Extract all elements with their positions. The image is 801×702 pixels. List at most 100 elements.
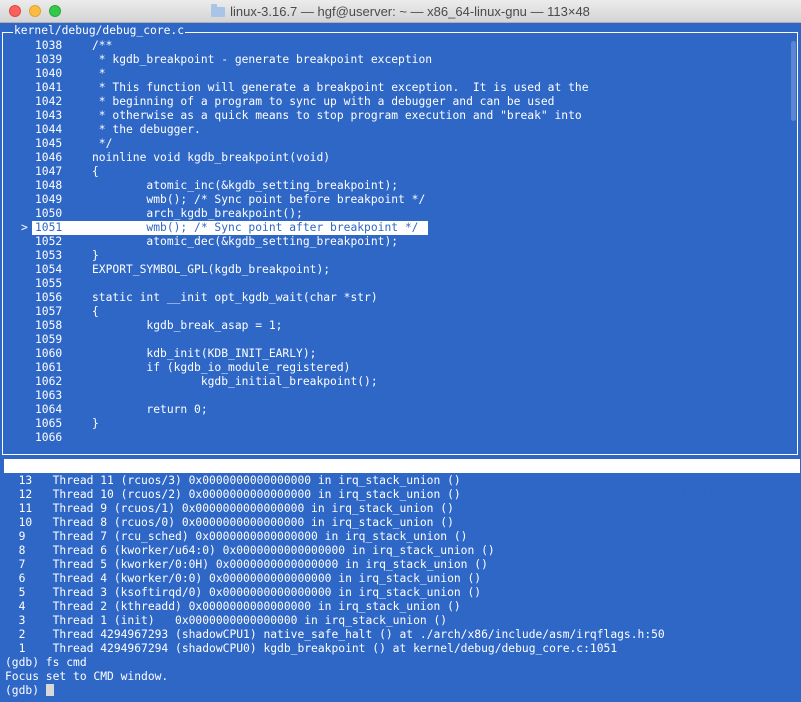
status-location: L1051 PC: 0xffffffff81109244 — [599, 487, 790, 500]
line-number: 1044 — [35, 123, 63, 136]
source-code-text: wmb(); /* Sync point before breakpoint *… — [92, 193, 426, 206]
window-title: linux-3.16.7 — hgf@userver: ~ — x86_64-l… — [230, 4, 590, 19]
terminal-content[interactable]: 1038 /** 1039 * kgdb_breakpoint - generate… — [0, 23, 801, 702]
source-code-text: return 0; — [92, 403, 208, 416]
source-line: 1061 if (kgdb_io_module_registered) — [3, 361, 797, 375]
source-line: 1050 arch_kgdb_breakpoint(); — [3, 207, 797, 221]
line-number: 1051 — [35, 221, 63, 234]
source-line: 1062 kgdb_initial_breakpoint(); — [3, 375, 797, 389]
text-cursor — [45, 684, 54, 696]
source-line: 1047 { — [3, 165, 797, 179]
current-line-marker: > — [21, 221, 28, 234]
command-output-line: 9 Thread 7 (rcu_sched) 0x000000000000000… — [5, 530, 468, 543]
command-output-line: 12 Thread 10 (rcuos/2) 0x000000000000000… — [5, 488, 461, 501]
source-code-text: atomic_inc(&kgdb_setting_breakpoint); — [92, 179, 399, 192]
source-code-text: * This function will generate a breakpoi… — [92, 81, 589, 94]
source-line: 1054 EXPORT_SYMBOL_GPL(kgdb_breakpoint); — [3, 263, 797, 277]
line-number: 1043 — [35, 109, 63, 122]
command-output-line: 3 Thread 1 (init) 0x0000000000000000 in … — [5, 614, 448, 627]
source-line: 1057 { — [3, 305, 797, 319]
line-number: 1039 — [35, 53, 63, 66]
line-number: 1063 — [35, 389, 63, 402]
source-code-text: * the debugger. — [92, 123, 201, 136]
line-number: 1045 — [35, 137, 63, 150]
source-line: 1042 * beginning of a program to sync up… — [3, 95, 797, 109]
source-line: 1038 /** — [3, 39, 797, 53]
command-output-line: 10 Thread 8 (rcuos/0) 0x0000000000000000… — [5, 516, 454, 529]
command-output-line: 13 Thread 11 (rcuos/3) 0x000000000000000… — [5, 474, 461, 487]
line-number: 1056 — [35, 291, 63, 304]
folder-icon — [211, 4, 226, 17]
source-line: 1052 atomic_dec(&kgdb_setting_breakpoint… — [3, 235, 797, 249]
source-line: 1055 — [3, 277, 797, 291]
command-output-line: (gdb) fs cmd — [5, 656, 87, 669]
source-code-text: kdb_init(KDB_INIT_EARLY); — [92, 347, 317, 360]
source-code-text: kgdb_break_asap = 1; — [92, 319, 283, 332]
command-output-line: 1 Thread 4294967294 (shadowCPU0) kgdb_br… — [5, 642, 618, 655]
source-line: 1058 kgdb_break_asap = 1; — [3, 319, 797, 333]
line-number: 1064 — [35, 403, 63, 416]
line-number: 1061 — [35, 361, 63, 374]
line-number: 1054 — [35, 263, 63, 276]
source-code-text: } — [92, 249, 99, 262]
source-line: 1045 */ — [3, 137, 797, 151]
line-number: 1049 — [35, 193, 63, 206]
line-number: 1048 — [35, 179, 63, 192]
line-number: 1066 — [35, 431, 63, 444]
source-code-text: atomic_dec(&kgdb_setting_breakpoint); — [92, 235, 399, 248]
line-number: 1055 — [35, 277, 63, 290]
source-line: 1049 wmb(); /* Sync point before breakpo… — [3, 193, 797, 207]
source-line: 1063 — [3, 389, 797, 403]
source-code-text: static int __init opt_kgdb_wait(char *st… — [92, 291, 378, 304]
source-line: 1040 * — [3, 67, 797, 81]
command-output-line: 4 Thread 2 (kthreadd) 0x0000000000000000… — [5, 600, 461, 613]
line-number: 1062 — [35, 375, 63, 388]
line-number: 1046 — [35, 151, 63, 164]
source-line: 1048 atomic_inc(&kgdb_setting_breakpoint… — [3, 179, 797, 193]
source-line: 1053} — [3, 249, 797, 263]
source-line: 1041 * This function will generate a bre… — [3, 81, 797, 95]
status-bar: remote Thread 1402 In: kgdb_breakpoint L… — [4, 459, 800, 500]
command-output-line: Focus set to CMD window. — [5, 670, 169, 683]
command-output-line: 2 Thread 4294967293 (shadowCPU1) native_… — [5, 628, 665, 641]
gdb-prompt-line[interactable]: (gdb) — [5, 684, 54, 698]
source-code-text: if (kgdb_io_module_registered) — [92, 361, 351, 374]
source-line: 1043 * otherwise as a quick means to sto… — [3, 109, 797, 123]
title-bar: linux-3.16.7 — hgf@userver: ~ — x86_64-l… — [0, 0, 801, 23]
line-number: 1042 — [35, 95, 63, 108]
source-code-text: arch_kgdb_breakpoint(); — [92, 207, 303, 220]
source-line: 1056 static int __init opt_kgdb_wait(char… — [3, 291, 797, 305]
source-code-text: /** — [92, 39, 113, 52]
line-number: 1058 — [35, 319, 63, 332]
terminal-window: linux-3.16.7 — hgf@userver: ~ — x86_64-l… — [0, 0, 801, 702]
source-code-text: noinline void kgdb_breakpoint(void) — [92, 151, 331, 164]
source-code-text: * beginning of a program to sync up with… — [92, 95, 555, 108]
line-number: 1065 — [35, 417, 63, 430]
line-number: 1059 — [35, 333, 63, 346]
source-code-text: kgdb_initial_breakpoint(); — [92, 375, 378, 388]
line-number: 1040 — [35, 67, 63, 80]
source-code-text: wmb(); /* Sync point after breakpoint */ — [92, 221, 419, 234]
command-output-line: 6 Thread 4 (kworker/0:0) 0x0000000000000… — [5, 572, 482, 585]
source-line: 1059 — [3, 333, 797, 347]
gdb-prompt: (gdb) — [5, 684, 46, 697]
source-line: 1046 noinline void kgdb_breakpoint(void) — [3, 151, 797, 165]
source-line: 1044 * the debugger. — [3, 123, 797, 137]
command-output-line: 5 Thread 3 (ksoftirqd/0) 0x0000000000000… — [5, 586, 482, 599]
line-number: 1047 — [35, 165, 63, 178]
current-source-line: >1051 wmb(); /* Sync point after breakpo… — [3, 221, 797, 235]
source-code-text: { — [92, 165, 99, 178]
line-number: 1053 — [35, 249, 63, 262]
source-code-text: */ — [92, 137, 113, 150]
source-file-title: kernel/debug/debug_core.c — [13, 24, 186, 38]
source-window[interactable]: 1038 /** 1039 * kgdb_breakpoint - generate… — [2, 32, 798, 455]
source-line: 1039 * kgdb_breakpoint - generate breakp… — [3, 53, 797, 67]
source-code-text: } — [92, 417, 99, 430]
source-line: 1060 kdb_init(KDB_INIT_EARLY); — [3, 347, 797, 361]
source-code-text: * otherwise as a quick means to stop pro… — [92, 109, 582, 122]
command-output-line: 11 Thread 9 (rcuos/1) 0x0000000000000000… — [5, 502, 454, 515]
line-number: 1038 — [35, 39, 63, 52]
line-number: 1060 — [35, 347, 63, 360]
line-number: 1052 — [35, 235, 63, 248]
source-line: 1065} — [3, 417, 797, 431]
